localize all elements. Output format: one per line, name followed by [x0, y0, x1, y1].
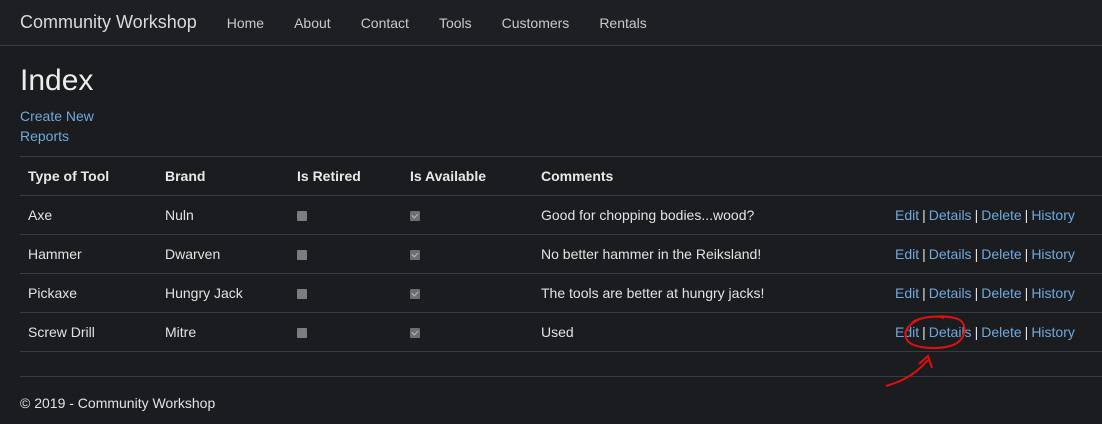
edit-link[interactable]: Edit: [895, 207, 919, 223]
cell-actions: Edit | Details | Delete | History: [872, 195, 1102, 235]
action-separator: |: [922, 285, 926, 301]
cell-type: Screw Drill: [20, 312, 157, 352]
action-separator: |: [974, 324, 979, 340]
cell-type: Axe: [20, 195, 157, 235]
cell-comments: Used: [533, 312, 872, 352]
cell-actions: Edit | Details | Delete | History: [872, 312, 1102, 352]
header-is-retired: Is Retired: [289, 156, 402, 196]
nav-rentals[interactable]: Rentals: [584, 15, 661, 31]
cell-is-retired: [289, 234, 402, 274]
action-separator: |: [1024, 285, 1029, 301]
delete-link[interactable]: Delete: [981, 207, 1021, 223]
cell-is-available: [402, 234, 533, 274]
action-separator: |: [1024, 207, 1029, 223]
cell-is-available: [402, 273, 533, 313]
table-row: Axe Nuln Good for chopping bodies...wood? E…: [20, 195, 1102, 235]
is-available-checkbox: [410, 250, 420, 261]
cell-comments: No better hammer in the Reiksland!: [533, 234, 872, 274]
table-row: Pickaxe Hungry Jack The tools are better a…: [20, 273, 1102, 313]
navbar: Community Workshop Home About Contact To…: [0, 0, 1102, 46]
page-title: Index: [20, 64, 94, 97]
history-link[interactable]: History: [1031, 324, 1075, 340]
table-row: Hammer Dwarven No better hammer in the Rei…: [20, 234, 1102, 274]
footer-text: © 2019 - Community Workshop: [20, 395, 216, 411]
create-new-link[interactable]: Create New: [20, 106, 1102, 126]
action-separator: |: [1024, 246, 1029, 262]
header-actions: [872, 156, 1102, 196]
cell-is-retired: [289, 312, 402, 352]
tools-table: Type of Tool Brand Is Retired Is Availab…: [20, 156, 1102, 352]
details-link[interactable]: Details: [929, 246, 972, 262]
delete-link[interactable]: Delete: [981, 324, 1021, 340]
edit-link[interactable]: Edit: [895, 324, 919, 340]
reports-link[interactable]: Reports: [20, 126, 1102, 146]
cell-comments: The tools are better at hungry jacks!: [533, 273, 872, 313]
is-retired-checkbox: [297, 250, 307, 261]
footer-divider: [20, 376, 1102, 377]
edit-link[interactable]: Edit: [895, 285, 919, 301]
table-header-row: Type of Tool Brand Is Retired Is Availab…: [20, 156, 1102, 196]
header-is-available: Is Available: [402, 156, 533, 196]
nav-about[interactable]: About: [279, 15, 346, 31]
cell-brand: Hungry Jack: [157, 273, 289, 313]
nav-tools[interactable]: Tools: [424, 15, 487, 31]
cell-type: Hammer: [20, 234, 157, 274]
cell-brand: Mitre: [157, 312, 289, 352]
cell-comments: Good for chopping bodies...wood?: [533, 195, 872, 235]
cell-is-retired: [289, 195, 402, 235]
cell-is-retired: [289, 273, 402, 313]
details-link[interactable]: Details: [929, 207, 972, 223]
header-comments: Comments: [533, 156, 872, 196]
is-retired-checkbox: [297, 328, 307, 339]
is-available-checkbox: [410, 211, 420, 222]
header-type: Type of Tool: [20, 156, 157, 196]
action-separator: |: [974, 207, 979, 223]
cell-brand: Nuln: [157, 195, 289, 235]
cell-is-available: [402, 312, 533, 352]
nav-contact[interactable]: Contact: [346, 15, 424, 31]
details-link[interactable]: Details: [929, 324, 972, 340]
nav-home[interactable]: Home: [212, 15, 279, 31]
history-link[interactable]: History: [1031, 285, 1075, 301]
action-separator: |: [922, 324, 926, 340]
action-separator: |: [922, 246, 926, 262]
history-link[interactable]: History: [1031, 246, 1075, 262]
table-row: Screw Drill Mitre Used Edit | Details | Delete |…: [20, 312, 1102, 352]
cell-is-available: [402, 195, 533, 235]
header-brand: Brand: [157, 156, 289, 196]
action-separator: |: [922, 207, 926, 223]
cell-type: Pickaxe: [20, 273, 157, 313]
cell-actions: Edit | Details | Delete | History: [872, 234, 1102, 274]
delete-link[interactable]: Delete: [981, 285, 1021, 301]
action-separator: |: [974, 285, 979, 301]
action-separator: |: [974, 246, 979, 262]
history-link[interactable]: History: [1031, 207, 1075, 223]
edit-link[interactable]: Edit: [895, 246, 919, 262]
nav-customers[interactable]: Customers: [487, 15, 585, 31]
is-available-checkbox: [410, 328, 420, 339]
main-content: Index Create New Reports Type of Tool Br…: [0, 66, 1102, 377]
action-separator: |: [1024, 324, 1029, 340]
details-link[interactable]: Details: [929, 285, 972, 301]
cell-actions: Edit | Details | Delete | History: [872, 273, 1102, 313]
cell-brand: Dwarven: [157, 234, 289, 274]
is-retired-checkbox: [297, 211, 307, 222]
is-available-checkbox: [410, 289, 420, 300]
delete-link[interactable]: Delete: [981, 246, 1021, 262]
brand-link[interactable]: Community Workshop: [20, 12, 197, 33]
is-retired-checkbox: [297, 289, 307, 300]
